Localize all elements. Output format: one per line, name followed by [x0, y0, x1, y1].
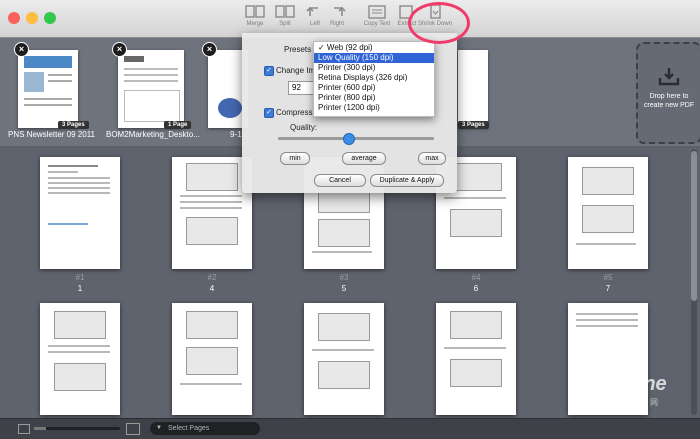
- duplicate-apply-button[interactable]: Duplicate & Apply: [370, 174, 444, 187]
- large-thumbnails-icon[interactable]: [126, 423, 140, 435]
- drop-zone-label: Drop here to create new PDF: [643, 93, 695, 109]
- presets-menu: ✓ Web (92 dpi) Low Quality (150 dpi) Pri…: [313, 41, 435, 117]
- page-label: 1: [77, 284, 83, 293]
- scrollbar-thumb[interactable]: [691, 151, 697, 301]
- page-label: 5: [341, 284, 347, 293]
- page-thumbnail[interactable]: [172, 157, 252, 269]
- close-window-button[interactable]: [8, 12, 20, 24]
- preset-option-printer-1200[interactable]: Printer (1200 dpi): [314, 103, 434, 113]
- page-thumbnail[interactable]: [436, 303, 516, 415]
- page-number: #3: [339, 273, 349, 282]
- page-number: #2: [207, 273, 217, 282]
- rotate-right-button[interactable]: Right: [320, 4, 354, 34]
- cancel-button[interactable]: Cancel: [314, 174, 366, 187]
- presets-label: Presets: [284, 45, 312, 54]
- page-label: 6: [473, 284, 479, 293]
- page-label: 4: [209, 284, 215, 293]
- page-thumbnail[interactable]: [568, 157, 648, 269]
- minimize-window-button[interactable]: [26, 12, 38, 24]
- document-thumbnail[interactable]: [458, 50, 488, 128]
- compress-label: Compress: [276, 108, 313, 117]
- right-label: Right: [329, 21, 344, 27]
- quality-slider-knob[interactable]: [343, 133, 356, 145]
- preset-option-retina[interactable]: Retina Displays (326 dpi): [314, 73, 434, 83]
- small-thumbnails-icon[interactable]: [18, 424, 30, 434]
- page-thumbnail[interactable]: [40, 157, 120, 269]
- select-pages-label: Select Pages: [168, 425, 210, 432]
- page-thumbnail[interactable]: [304, 303, 384, 415]
- merge-label: Merge: [246, 21, 264, 27]
- document-thumbnail[interactable]: [118, 50, 184, 128]
- average-button[interactable]: average: [342, 152, 386, 165]
- document-name: BOM2Marketing_Deskto...: [106, 130, 200, 139]
- document-thumbnail[interactable]: [18, 50, 78, 128]
- split-label: Split: [279, 21, 291, 27]
- merge-button[interactable]: Merge: [238, 4, 272, 34]
- rotate-right-icon: [334, 6, 346, 16]
- document-name: PNS Newsletter 09 2011: [8, 130, 96, 139]
- select-pages-dropdown[interactable]: ▼ Select Pages: [150, 422, 260, 435]
- max-button[interactable]: max: [418, 152, 446, 165]
- page-label: 7: [605, 284, 611, 293]
- page-count-badge: 3 Pages: [458, 121, 489, 129]
- preset-option-low-quality[interactable]: Low Quality (150 dpi): [314, 53, 434, 63]
- quality-slider[interactable]: [278, 133, 434, 145]
- preset-option-web[interactable]: ✓ Web (92 dpi): [314, 43, 434, 53]
- highlight-circle: [408, 2, 470, 44]
- change-image-label: Change Im: [276, 66, 316, 75]
- chevron-down-icon: ▼: [156, 425, 162, 431]
- page-count-badge: 1 Page: [164, 121, 192, 129]
- split-icon: [275, 5, 295, 18]
- page-count-badge: 3 Pages: [58, 121, 89, 129]
- remove-document-icon[interactable]: ×: [202, 42, 217, 57]
- download-tray-icon: [658, 68, 680, 86]
- copy-text-label: Copy Text: [363, 21, 391, 27]
- bottom-bar: ▼ Select Pages: [0, 418, 700, 439]
- page-number: #5: [603, 273, 613, 282]
- page-number: #1: [75, 273, 85, 282]
- merge-icon: [245, 5, 265, 18]
- split-button[interactable]: Split: [268, 4, 302, 34]
- copy-text-icon: [368, 5, 386, 19]
- page-thumbnail[interactable]: [172, 303, 252, 415]
- preset-option-printer-600[interactable]: Printer (600 dpi): [314, 83, 434, 93]
- page-number: #4: [471, 273, 481, 282]
- preset-option-printer-800[interactable]: Printer (800 dpi): [314, 93, 434, 103]
- dpi-field[interactable]: 92: [288, 81, 315, 95]
- compress-checkbox[interactable]: ✓: [264, 108, 274, 118]
- preset-option-printer-300[interactable]: Printer (300 dpi): [314, 63, 434, 73]
- min-button[interactable]: min: [280, 152, 310, 165]
- watermark-logo: PConline: [580, 373, 667, 395]
- watermark-subtitle: 太平洋电脑网: [600, 398, 660, 407]
- remove-document-icon[interactable]: ×: [14, 42, 29, 57]
- quality-label: Quality:: [290, 123, 318, 132]
- remove-document-icon[interactable]: ×: [112, 42, 127, 57]
- zoom-window-button[interactable]: [44, 12, 56, 24]
- zoom-slider[interactable]: [34, 427, 120, 430]
- page-thumbnail[interactable]: [40, 303, 120, 415]
- drop-zone[interactable]: Drop here to create new PDF: [636, 42, 700, 144]
- copy-text-button[interactable]: Copy Text: [360, 4, 394, 34]
- vertical-scrollbar[interactable]: [691, 149, 697, 415]
- change-image-checkbox[interactable]: ✓: [264, 66, 274, 76]
